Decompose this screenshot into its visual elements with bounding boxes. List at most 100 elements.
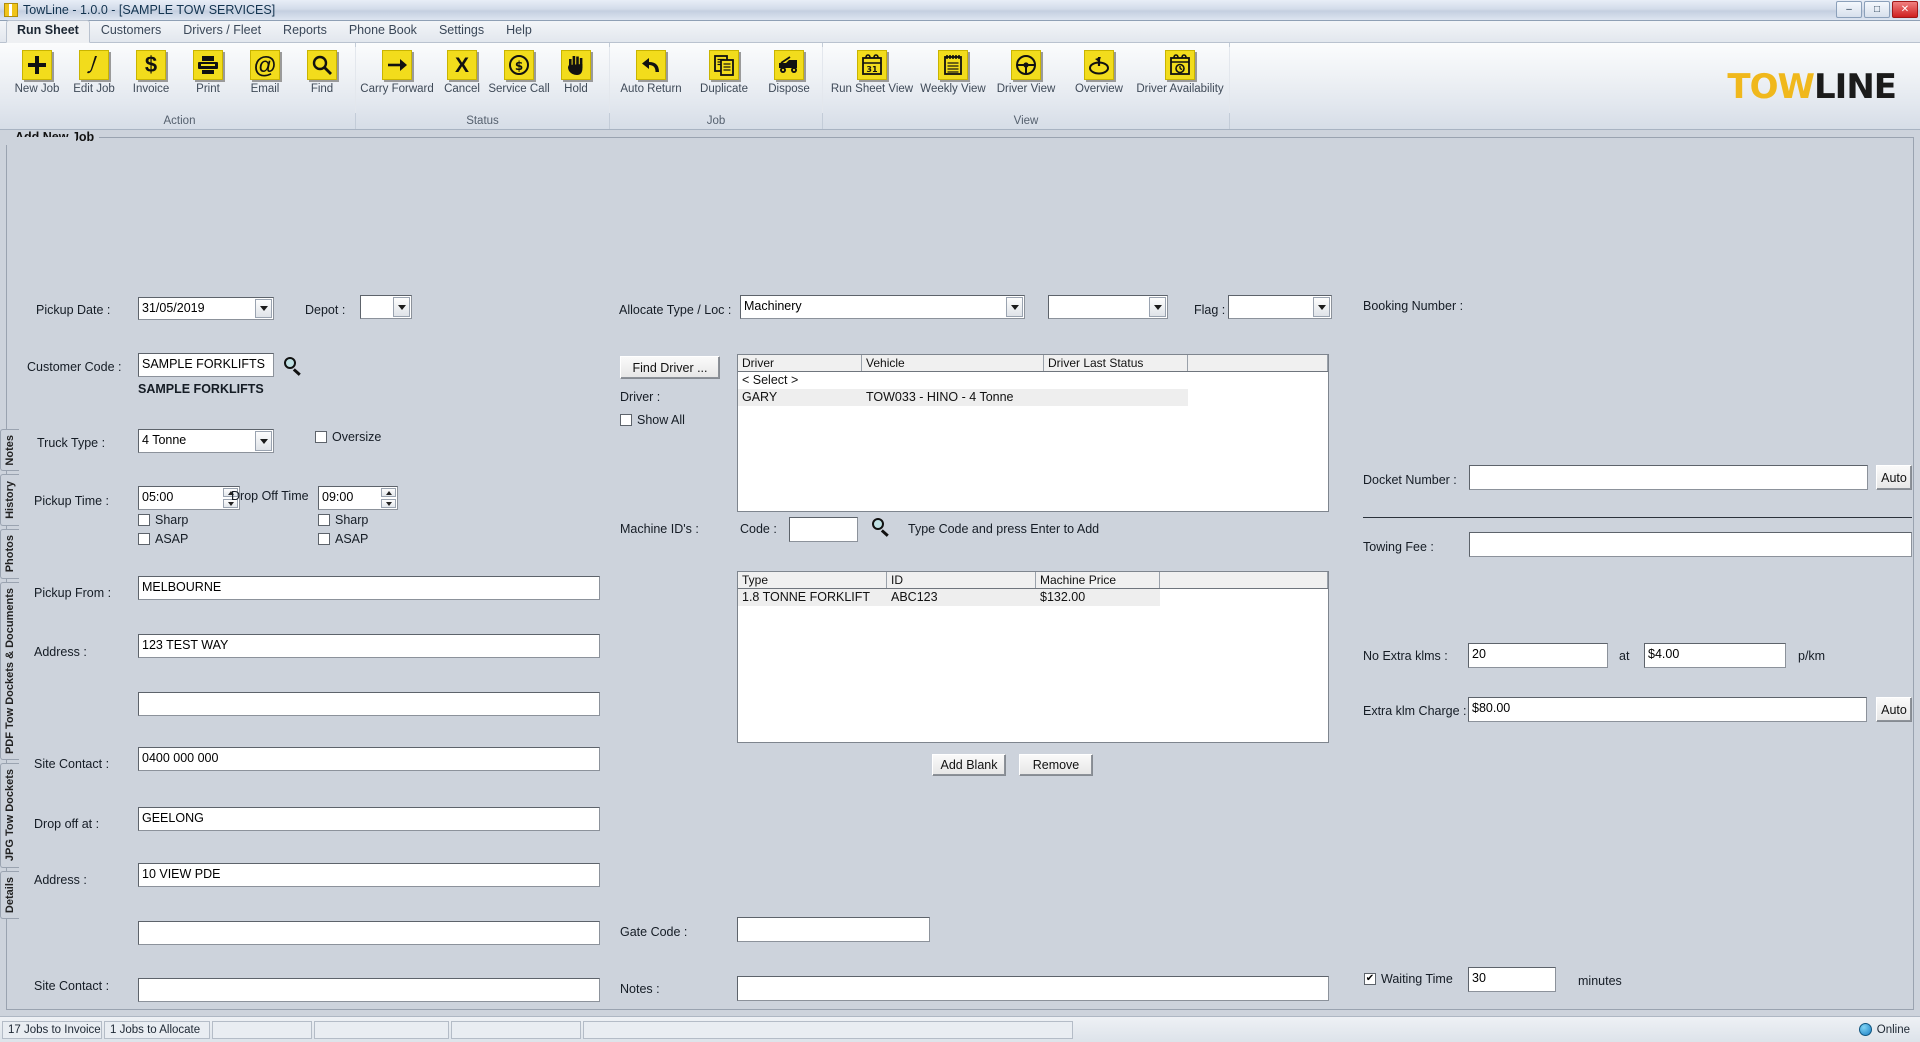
add-blank-button[interactable]: Add Blank: [932, 754, 1006, 776]
driver-availability-button[interactable]: Driver Availability: [1136, 46, 1224, 95]
flag-combo[interactable]: [1228, 295, 1332, 319]
table-row[interactable]: GARY TOW033 - HINO - 4 Tonne: [738, 389, 1328, 406]
pickup-date-combo[interactable]: 31/05/2019: [138, 297, 274, 320]
machine-code-input[interactable]: [789, 517, 858, 542]
oversize-checkbox[interactable]: Oversize: [315, 430, 381, 444]
sidebar-item-details[interactable]: Details: [0, 871, 19, 919]
pickup-time-stepper[interactable]: 05:00: [138, 486, 240, 510]
allocate-type-combo[interactable]: Machinery: [740, 295, 1025, 319]
menu-item-drivers-fleet[interactable]: Drivers / Fleet: [172, 20, 272, 42]
chevron-down-icon[interactable]: [255, 299, 272, 318]
sidebar-item-history[interactable]: History: [0, 474, 19, 526]
dropoff-address-input[interactable]: 10 VIEW PDE: [138, 863, 600, 887]
pickup-from-input[interactable]: MELBOURNE: [138, 576, 600, 600]
auto-return-button[interactable]: Auto Return: [615, 46, 687, 95]
email-button[interactable]: @ Email: [237, 46, 293, 95]
docket-number-input[interactable]: [1469, 465, 1868, 490]
chevron-down-icon[interactable]: [1149, 297, 1166, 317]
truck-type-combo[interactable]: 4 Tonne: [138, 429, 274, 453]
status-jobs-to-invoice[interactable]: 17 Jobs to Invoice: [2, 1020, 102, 1039]
notes-input[interactable]: [737, 976, 1329, 1001]
sidebar-item-photos[interactable]: Photos: [0, 529, 19, 579]
allocate-loc-combo[interactable]: [1048, 295, 1168, 319]
divider: [1363, 517, 1912, 518]
cancel-label: Cancel: [444, 83, 480, 95]
gate-code-input[interactable]: [737, 917, 930, 942]
dropoff-asap-checkbox[interactable]: ASAP: [318, 532, 368, 546]
menu-item-help[interactable]: Help: [495, 20, 543, 42]
dropoff-address2-input[interactable]: [138, 921, 600, 945]
pickup-sharp-checkbox[interactable]: Sharp: [138, 513, 188, 527]
machine-grid[interactable]: Type ID Machine Price 1.8 TONNE FORKLIFT…: [737, 571, 1329, 743]
dropoff-time-decrement-icon[interactable]: [381, 499, 396, 508]
docket-auto-button[interactable]: Auto: [1876, 465, 1912, 490]
pickup-address-label: Address :: [34, 645, 87, 659]
menu-item-run-sheet[interactable]: Run Sheet: [6, 20, 90, 43]
waiting-time-input[interactable]: 30: [1468, 967, 1556, 992]
duplicate-button[interactable]: Duplicate: [688, 46, 760, 95]
dropoff-site-contact-input[interactable]: [138, 978, 600, 1002]
table-row[interactable]: < Select >: [738, 372, 1328, 389]
chevron-down-icon[interactable]: [255, 431, 272, 451]
online-label: Online: [1876, 1023, 1910, 1036]
waiting-time-checkbox[interactable]: ✔ Waiting Time: [1364, 972, 1453, 986]
dropoff-time-increment-icon[interactable]: [381, 488, 396, 497]
edit-job-button[interactable]: Edit Job: [66, 46, 122, 95]
weekly-view-button[interactable]: Weekly View: [917, 46, 989, 95]
email-label: Email: [250, 83, 280, 95]
cancel-button[interactable]: X Cancel: [434, 46, 490, 95]
menu-item-phone-book[interactable]: Phone Book: [338, 20, 428, 42]
sidebar-item-pdf-tow-dockets-documents[interactable]: PDF Tow Dockets & Documents: [0, 582, 19, 760]
machine-cell-price: $132.00: [1036, 589, 1160, 606]
hold-button[interactable]: Hold: [548, 46, 604, 95]
pickup-address-input[interactable]: 123 TEST WAY: [138, 634, 600, 658]
extra-klm-charge-input[interactable]: $80.00: [1468, 697, 1867, 722]
driver-view-button[interactable]: Driver View: [990, 46, 1062, 95]
find-button[interactable]: Find: [294, 46, 350, 95]
service-call-button[interactable]: $ Service Call: [488, 46, 550, 95]
chevron-down-icon[interactable]: [1006, 297, 1023, 317]
minimize-button[interactable]: –: [1836, 1, 1862, 18]
sidebar-item-jpg-tow-dockets[interactable]: JPG Tow Dockets: [0, 763, 19, 868]
remove-button[interactable]: Remove: [1019, 754, 1093, 776]
pickup-asap-checkbox[interactable]: ASAP: [138, 532, 188, 546]
customer-search-icon[interactable]: [284, 357, 302, 376]
customer-code-input[interactable]: SAMPLE FORKLIFTS: [138, 353, 274, 377]
groupbox-top-border: [6, 137, 1914, 138]
menu-item-reports[interactable]: Reports: [272, 20, 338, 42]
overview-button[interactable]: Overview: [1063, 46, 1135, 95]
pickup-site-contact-input[interactable]: 0400 000 000: [138, 747, 600, 771]
chevron-down-icon[interactable]: [393, 297, 410, 317]
chevron-down-icon[interactable]: [1313, 297, 1330, 317]
extra-klm-auto-button[interactable]: Auto: [1876, 697, 1912, 722]
maximize-button[interactable]: □: [1864, 1, 1890, 18]
driver-grid-header: Driver Vehicle Driver Last Status: [738, 355, 1328, 372]
invoice-button[interactable]: $ Invoice: [123, 46, 179, 95]
depot-combo[interactable]: [360, 295, 412, 319]
machine-code-search-icon[interactable]: [872, 518, 890, 537]
no-extra-klms-input[interactable]: 20: [1468, 643, 1608, 668]
dropoff-sharp-checkbox[interactable]: Sharp: [318, 513, 368, 527]
driver-grid[interactable]: Driver Vehicle Driver Last Status < Sele…: [737, 354, 1329, 512]
show-all-checkbox[interactable]: Show All: [620, 413, 685, 427]
towing-fee-input[interactable]: [1469, 532, 1912, 557]
menu-item-settings[interactable]: Settings: [428, 20, 495, 42]
find-driver-button[interactable]: Find Driver ...: [620, 356, 720, 379]
sidebar-item-notes[interactable]: Notes: [0, 429, 19, 471]
find-driver-label: Find Driver ...: [632, 360, 708, 375]
table-row[interactable]: 1.8 TONNE FORKLIFT ABC123 $132.00: [738, 589, 1328, 606]
driver-cell-driver: < Select >: [742, 373, 799, 387]
sidebar-item-notes-label: Notes: [4, 434, 16, 466]
rate-input[interactable]: $4.00: [1644, 643, 1786, 668]
close-button[interactable]: ✕: [1892, 1, 1918, 18]
dropoff-time-stepper[interactable]: 09:00: [318, 486, 398, 510]
carry-forward-button[interactable]: Carry Forward: [360, 46, 434, 95]
status-jobs-to-allocate[interactable]: 1 Jobs to Allocate: [104, 1020, 210, 1039]
menu-item-customers[interactable]: Customers: [90, 20, 172, 42]
run-sheet-view-button[interactable]: 31 Run Sheet View: [828, 46, 916, 95]
print-button[interactable]: Print: [180, 46, 236, 95]
dispose-button[interactable]: Dispose: [761, 46, 817, 95]
dropoff-at-input[interactable]: GEELONG: [138, 807, 600, 831]
new-job-button[interactable]: New Job: [9, 46, 65, 95]
pickup-address2-input[interactable]: [138, 692, 600, 716]
